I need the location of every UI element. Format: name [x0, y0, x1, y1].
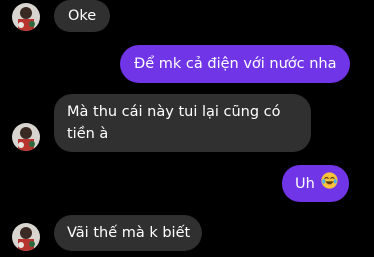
avatar-image — [12, 3, 40, 31]
message-text: Uh — [295, 176, 315, 192]
incoming-message-bubble[interactable]: Oke — [54, 0, 111, 32]
message-text-line: Mà thu cái này tui lại cũng có — [67, 104, 281, 120]
contact-avatar[interactable] — [12, 223, 40, 251]
laughing-tears-emoji-icon — [321, 172, 338, 196]
message-text-line: tiền à — [67, 126, 109, 142]
avatar-image — [12, 223, 40, 251]
contact-avatar[interactable] — [12, 3, 40, 31]
message-text: Oke — [68, 8, 97, 24]
incoming-message-bubble[interactable]: Vãi thế mà k biết — [54, 215, 202, 251]
message-text: Để mk cả điện với nước nha — [134, 56, 337, 72]
outgoing-message-bubble[interactable]: Uh — [282, 165, 349, 202]
contact-avatar[interactable] — [12, 123, 40, 151]
outgoing-message-bubble[interactable]: Để mk cả điện với nước nha — [120, 45, 350, 83]
message-text: Vãi thế mà k biết — [67, 225, 191, 241]
incoming-message-bubble[interactable]: Mà thu cái này tui lại cũng có tiền à — [54, 94, 311, 152]
avatar-image — [12, 123, 40, 151]
